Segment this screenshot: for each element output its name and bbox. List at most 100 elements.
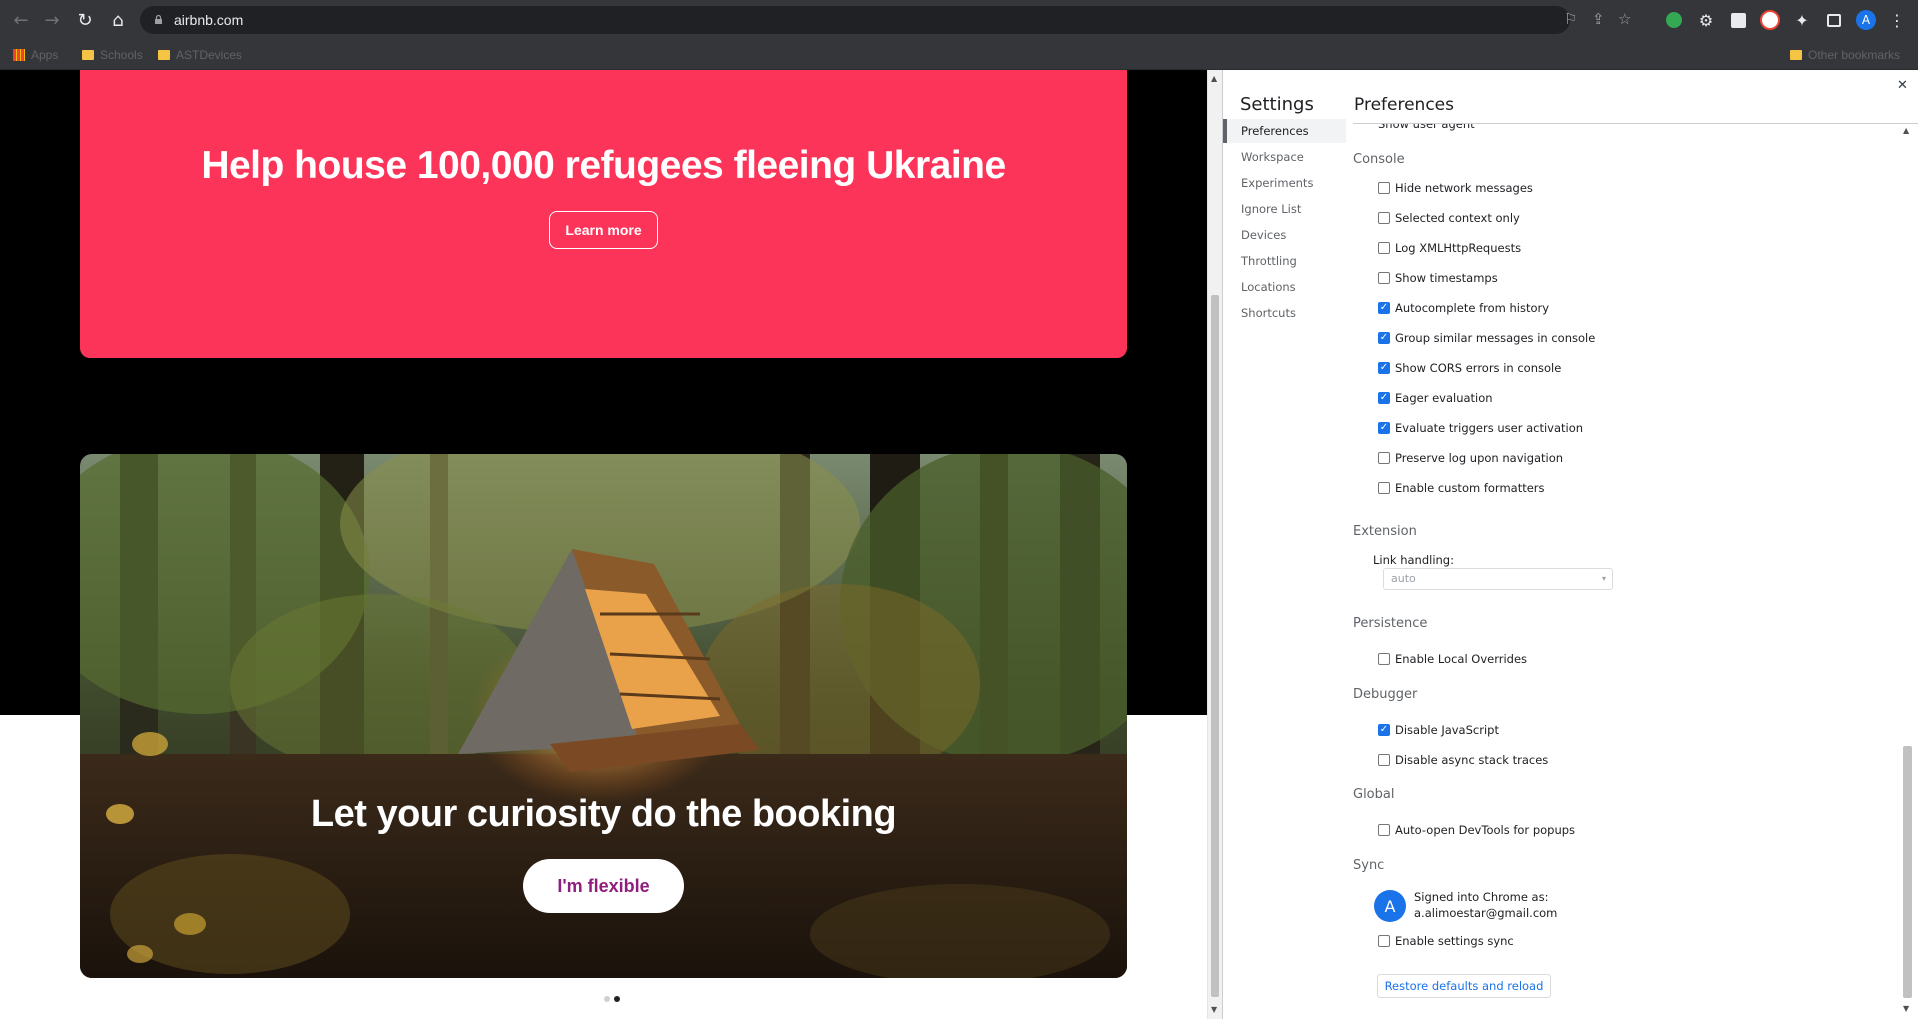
checkbox-label: Log XMLHttpRequests	[1395, 241, 1522, 255]
setting-checkbox[interactable]: ✓	[1378, 332, 1390, 344]
setting-row[interactable]: ✓ Evaluate triggers user activation	[1378, 420, 1583, 436]
setting-checkbox[interactable]: ✓	[1378, 302, 1390, 314]
bookmark-apps[interactable]: Apps	[13, 45, 58, 65]
profile-avatar[interactable]: A	[1855, 9, 1877, 31]
setting-row[interactable]: Enable custom formatters	[1378, 480, 1545, 496]
setting-checkbox[interactable]	[1378, 452, 1390, 464]
url-text: airbnb.com	[174, 12, 244, 28]
setting-checkbox[interactable]: ✓	[1378, 392, 1390, 404]
nav-experiments[interactable]: Experiments	[1223, 171, 1346, 195]
scroll-down-arrow-icon[interactable]: ▼	[1903, 1004, 1909, 1013]
site-permission-icon[interactable]: ⚐	[1564, 10, 1577, 28]
checkbox-label: Autocomplete from history	[1395, 301, 1550, 315]
nav-ignore-list[interactable]: Ignore List	[1223, 197, 1346, 221]
gear-icon[interactable]: ⚙	[1695, 9, 1717, 31]
carousel-dot-2-active[interactable]	[614, 996, 620, 1002]
setting-checkbox[interactable]: ✓	[1378, 362, 1390, 374]
scroll-down-arrow-icon[interactable]: ▼	[1211, 1005, 1217, 1014]
nav-preferences[interactable]: Preferences	[1223, 119, 1346, 143]
folder-icon	[1790, 50, 1802, 60]
share-icon[interactable]: ⇪	[1592, 10, 1605, 28]
page-scroll-thumb[interactable]	[1211, 295, 1219, 997]
devtools-settings-panel: Settings Preferences ✕ Preferences Works…	[1222, 70, 1918, 1019]
menu-kebab-icon[interactable]: ⋮	[1886, 9, 1908, 31]
setting-row[interactable]: Enable Local Overrides	[1378, 651, 1527, 667]
sync-avatar: A	[1374, 890, 1406, 922]
setting-checkbox[interactable]	[1378, 182, 1390, 194]
home-icon[interactable]: ⌂	[106, 8, 130, 32]
settings-scrollbar[interactable]: ▲ ▼	[1897, 124, 1918, 1019]
im-flexible-button[interactable]: I'm flexible	[523, 859, 684, 913]
setting-row[interactable]: Preserve log upon navigation	[1378, 450, 1563, 466]
setting-checkbox[interactable]	[1378, 482, 1390, 494]
checkbox-label: Eager evaluation	[1395, 391, 1493, 405]
page-scrollbar[interactable]: ▲ ▼	[1207, 70, 1222, 1019]
link-handling-label: Link handling:	[1373, 553, 1454, 567]
setting-row[interactable]: ✓ Eager evaluation	[1378, 390, 1493, 406]
setting-checkbox[interactable]	[1378, 272, 1390, 284]
setting-row[interactable]: Auto-open DevTools for popups	[1378, 822, 1575, 838]
learn-more-button[interactable]: Learn more	[549, 211, 658, 249]
preferences-title: Preferences	[1354, 95, 1454, 115]
clipped-setting-label: Show user agent shadow DOM	[1378, 124, 1475, 132]
setting-checkbox[interactable]	[1378, 824, 1390, 836]
link-handling-value: auto	[1391, 572, 1416, 585]
back-icon[interactable]: ←	[9, 8, 33, 32]
setting-checkbox[interactable]	[1378, 212, 1390, 224]
setting-checkbox[interactable]: ✓	[1378, 724, 1390, 736]
nav-devices[interactable]: Devices	[1223, 223, 1346, 247]
settings-title: Settings	[1240, 94, 1314, 115]
setting-row[interactable]: Log XMLHttpRequests	[1378, 240, 1521, 256]
carousel-dot-1[interactable]	[604, 996, 610, 1002]
setting-row[interactable]: Hide network messages	[1378, 180, 1533, 196]
checkbox-label: Group similar messages in console	[1395, 331, 1596, 345]
chevron-down-icon: ▾	[1601, 574, 1606, 583]
checkbox-label: Show CORS errors in console	[1395, 361, 1562, 375]
checkbox-label: Selected context only	[1395, 211, 1520, 225]
side-panel-icon[interactable]	[1823, 9, 1845, 31]
nav-locations[interactable]: Locations	[1223, 275, 1346, 299]
browser-toolbar: ← → ↻ ⌂ airbnb.com ⚐ ⇪ ☆ ⚙ ✦ A ⋮	[0, 0, 1918, 40]
restore-defaults-button[interactable]: Restore defaults and reload	[1377, 974, 1551, 998]
address-bar[interactable]: airbnb.com ⚐ ⇪ ☆	[140, 6, 1631, 34]
setting-checkbox[interactable]	[1378, 754, 1390, 766]
puzzle-icon[interactable]: ✦	[1791, 9, 1813, 31]
extension-ci-icon[interactable]	[1759, 9, 1781, 31]
scroll-up-arrow-icon[interactable]: ▲	[1903, 126, 1909, 135]
setting-row[interactable]: ✓ Show CORS errors in console	[1378, 360, 1561, 376]
bookmark-astdevices[interactable]: ASTDevices	[158, 45, 242, 65]
nav-throttling[interactable]: Throttling	[1223, 249, 1346, 273]
setting-row[interactable]: ✓ Autocomplete from history	[1378, 300, 1549, 316]
other-bookmarks[interactable]: Other bookmarks	[1790, 45, 1900, 65]
nav-workspace[interactable]: Workspace	[1223, 145, 1346, 169]
extension-green-icon[interactable]	[1663, 9, 1685, 31]
bookmark-label: Schools	[100, 48, 143, 62]
close-icon[interactable]: ✕	[1897, 78, 1908, 93]
nav-shortcuts[interactable]: Shortcuts	[1223, 301, 1346, 325]
bookmark-schools[interactable]: Schools	[82, 45, 143, 65]
flexible-hero-banner: Let your curiosity do the booking I'm fl…	[80, 454, 1127, 978]
setting-row[interactable]: ✓ Disable JavaScript	[1378, 722, 1499, 738]
checkbox-label: Evaluate triggers user activation	[1395, 421, 1584, 435]
enable-settings-sync-checkbox[interactable]	[1378, 935, 1390, 947]
hero-title: Help house 100,000 refugees fleeing Ukra…	[201, 144, 1006, 187]
bookmark-label: Other bookmarks	[1808, 48, 1901, 62]
extension-box-icon[interactable]	[1727, 9, 1749, 31]
forward-icon[interactable]: →	[40, 8, 64, 32]
settings-scroll-thumb[interactable]	[1903, 746, 1912, 998]
setting-checkbox[interactable]	[1378, 653, 1390, 665]
section-extension: Extension	[1353, 524, 1417, 539]
reload-icon[interactable]: ↻	[73, 8, 97, 32]
bookmark-star-icon[interactable]: ☆	[1618, 10, 1631, 28]
setting-row[interactable]: Selected context only	[1378, 210, 1520, 226]
link-handling-select[interactable]: auto ▾	[1383, 568, 1613, 590]
setting-row[interactable]: Disable async stack traces	[1378, 752, 1548, 768]
setting-row[interactable]: ✓ Group similar messages in console	[1378, 330, 1595, 346]
setting-checkbox[interactable]	[1378, 242, 1390, 254]
folder-icon	[158, 50, 170, 60]
enable-settings-sync-row[interactable]: Enable settings sync	[1378, 933, 1514, 949]
apps-grid-icon	[13, 49, 25, 61]
setting-checkbox[interactable]: ✓	[1378, 422, 1390, 434]
scroll-up-arrow-icon[interactable]: ▲	[1211, 74, 1217, 83]
setting-row[interactable]: Show timestamps	[1378, 270, 1498, 286]
